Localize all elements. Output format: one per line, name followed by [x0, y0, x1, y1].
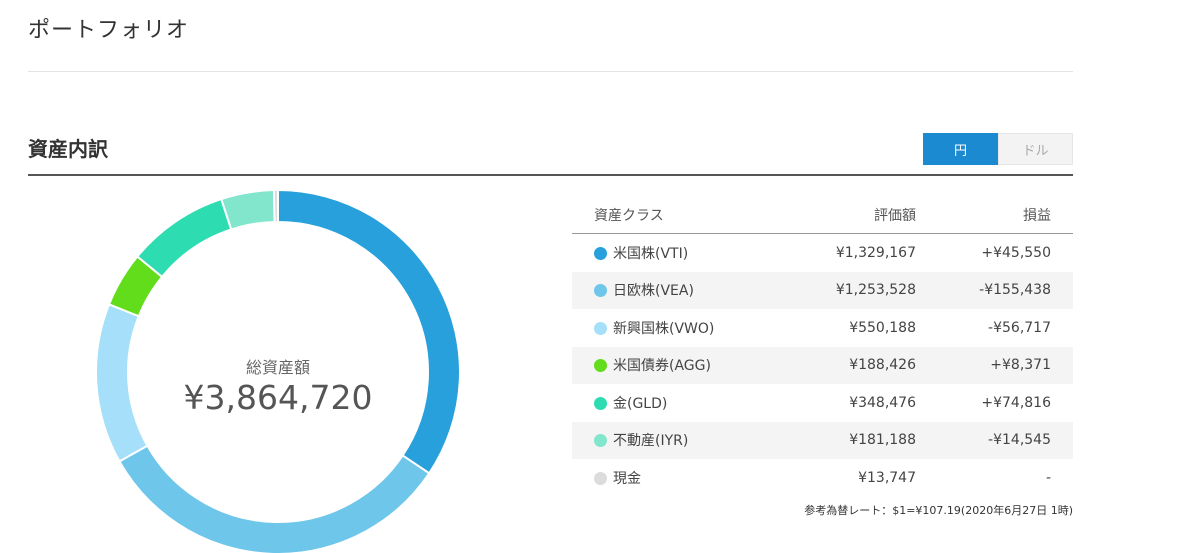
page-title: ポートフォリオ [28, 18, 190, 43]
table-row: 米国株(VTI) ¥1,329,167 +¥45,550 [572, 234, 1073, 272]
asset-name: 金(GLD) [613, 395, 668, 412]
donut-segment [277, 188, 461, 475]
table-row: 米国債券(AGG) ¥188,426 +¥8,371 [572, 346, 1073, 384]
asset-value: ¥13,747 [858, 469, 916, 486]
donut-segment [118, 444, 431, 553]
legend-dot-icon [594, 284, 607, 298]
asset-name-cell: 不動産(IYR) [572, 421, 756, 459]
legend-dot-icon [594, 359, 607, 373]
asset-name-cell: 新興国株(VWO) [572, 309, 756, 347]
dollar-toggle-button[interactable]: ドル [998, 133, 1073, 165]
legend-dot-icon [594, 471, 607, 485]
table-row: 金(GLD) ¥348,476 +¥74,816 [572, 384, 1073, 422]
legend-dot-icon [594, 321, 607, 335]
total-assets-value: ¥3,864,720 [183, 378, 373, 417]
table-row: 日欧株(VEA) ¥1,253,528 -¥155,438 [572, 271, 1073, 309]
asset-name: 日欧株(VEA) [613, 283, 694, 300]
legend-dot-icon [594, 246, 607, 260]
asset-profit-loss: +¥45,550 [981, 244, 1051, 261]
table-row: 新興国株(VWO) ¥550,188 -¥56,717 [572, 309, 1073, 347]
asset-table: 資産クラス 評価額 損益 米国株(VTI) ¥1,329,167 +¥45,550 日… [572, 196, 1073, 497]
table-row: 現金 ¥13,747 - [572, 459, 1073, 497]
table-row: 不動産(IYR) ¥181,188 -¥14,545 [572, 421, 1073, 459]
legend-dot-icon [594, 434, 607, 448]
asset-name-cell: 米国債券(AGG) [572, 346, 756, 384]
asset-value: ¥181,188 [756, 421, 916, 459]
total-assets-label: 総資産額 [245, 358, 310, 377]
asset-name: 現金 [613, 470, 641, 487]
donut-segment [220, 189, 276, 231]
donut-segment [135, 197, 233, 279]
asset-name-cell: 金(GLD) [572, 384, 756, 422]
exchange-rate-note: 参考為替レート：$1=¥107.19(2020年6月27日 1時) [804, 504, 1073, 517]
yen-toggle-button[interactable]: 円 [923, 133, 998, 165]
section-title: 資産内訳 [28, 137, 108, 161]
asset-value: ¥348,476 [849, 394, 916, 411]
asset-value: ¥1,253,528 [756, 271, 916, 309]
header-value: 評価額 [756, 196, 916, 234]
asset-profit-loss: - [1045, 469, 1051, 486]
asset-profit-loss: +¥74,816 [981, 394, 1051, 411]
asset-value: ¥188,426 [756, 346, 916, 384]
table-header-row: 資産クラス 評価額 損益 [572, 196, 1073, 234]
header-profit-loss: 損益 [916, 196, 1073, 234]
asset-profit-loss: -¥155,438 [916, 271, 1073, 309]
asset-profit-loss: -¥14,545 [916, 421, 1073, 459]
currency-toggle: 円 ドル [923, 133, 1073, 165]
donut-segment [272, 188, 279, 224]
asset-name-cell: 現金 [572, 459, 756, 497]
asset-name: 不動産(IYR) [613, 433, 689, 450]
asset-name: 米国債券(AGG) [613, 358, 711, 375]
asset-profit-loss: +¥8,371 [916, 346, 1073, 384]
donut-segment [95, 303, 149, 463]
asset-name: 米国株(VTI) [613, 245, 689, 262]
asset-name-cell: 日欧株(VEA) [572, 271, 756, 309]
asset-name-cell: 米国株(VTI) [572, 234, 756, 272]
asset-value: ¥1,329,167 [835, 244, 916, 261]
asset-profit-loss: -¥56,717 [988, 319, 1051, 336]
asset-name: 新興国株(VWO) [613, 320, 715, 337]
asset-value: ¥550,188 [849, 319, 916, 336]
legend-dot-icon [594, 396, 607, 410]
header-asset-class: 資産クラス [572, 196, 756, 234]
title-divider [28, 71, 1073, 72]
